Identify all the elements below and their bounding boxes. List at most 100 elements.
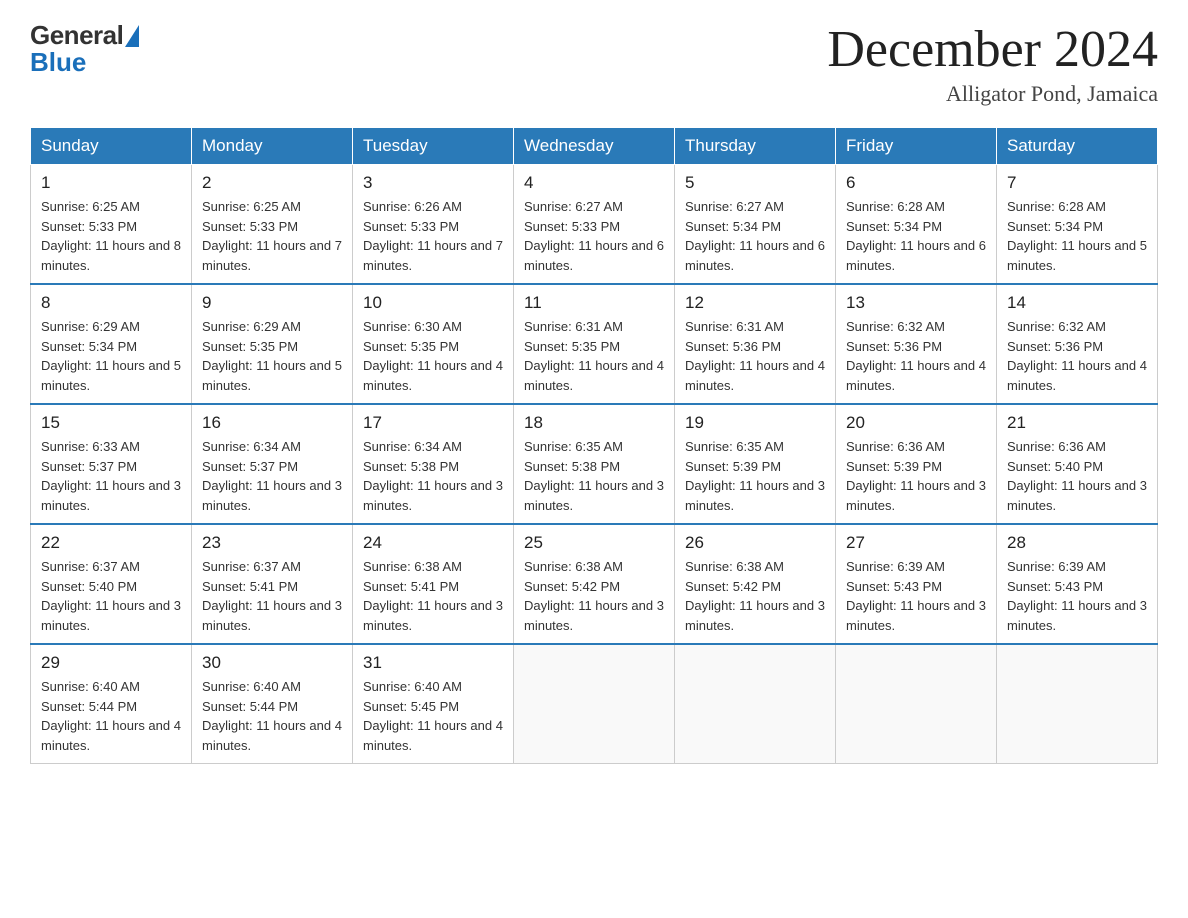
day-info: Sunrise: 6:33 AMSunset: 5:37 PMDaylight:…	[41, 437, 181, 515]
day-info: Sunrise: 6:36 AMSunset: 5:40 PMDaylight:…	[1007, 437, 1147, 515]
day-number: 26	[685, 533, 825, 553]
day-info: Sunrise: 6:31 AMSunset: 5:36 PMDaylight:…	[685, 317, 825, 395]
day-number: 9	[202, 293, 342, 313]
calendar-cell	[836, 644, 997, 764]
calendar-cell: 8Sunrise: 6:29 AMSunset: 5:34 PMDaylight…	[31, 284, 192, 404]
calendar-header-thursday: Thursday	[675, 128, 836, 165]
day-info: Sunrise: 6:27 AMSunset: 5:33 PMDaylight:…	[524, 197, 664, 275]
calendar-cell: 5 Sunrise: 6:27 AMSunset: 5:34 PMDaylight…	[675, 165, 836, 285]
day-number: 15	[41, 413, 181, 433]
calendar-week-row: 22Sunrise: 6:37 AMSunset: 5:40 PMDayligh…	[31, 524, 1158, 644]
day-info: Sunrise: 6:34 AMSunset: 5:38 PMDaylight:…	[363, 437, 503, 515]
month-title: December 2024	[827, 20, 1158, 79]
calendar-cell: 27 Sunrise: 6:39 AMSunset: 5:43 PMDayligh…	[836, 524, 997, 644]
calendar-cell: 20Sunrise: 6:36 AMSunset: 5:39 PMDayligh…	[836, 404, 997, 524]
calendar-cell: 9 Sunrise: 6:29 AMSunset: 5:35 PMDaylight…	[192, 284, 353, 404]
day-info: Sunrise: 6:36 AMSunset: 5:39 PMDaylight:…	[846, 437, 986, 515]
header-right: December 2024 Alligator Pond, Jamaica	[827, 20, 1158, 107]
logo: General Blue	[30, 20, 139, 78]
calendar-cell: 6 Sunrise: 6:28 AMSunset: 5:34 PMDaylight…	[836, 165, 997, 285]
day-number: 5	[685, 173, 825, 193]
day-info: Sunrise: 6:34 AMSunset: 5:37 PMDaylight:…	[202, 437, 342, 515]
day-number: 25	[524, 533, 664, 553]
day-info: Sunrise: 6:38 AMSunset: 5:41 PMDaylight:…	[363, 557, 503, 635]
calendar-header-sunday: Sunday	[31, 128, 192, 165]
day-info: Sunrise: 6:27 AMSunset: 5:34 PMDaylight:…	[685, 197, 825, 275]
calendar-cell: 4 Sunrise: 6:27 AMSunset: 5:33 PMDaylight…	[514, 165, 675, 285]
calendar-cell: 13 Sunrise: 6:32 AMSunset: 5:36 PMDayligh…	[836, 284, 997, 404]
calendar-header-wednesday: Wednesday	[514, 128, 675, 165]
calendar-cell	[675, 644, 836, 764]
calendar-cell: 14 Sunrise: 6:32 AMSunset: 5:36 PMDayligh…	[997, 284, 1158, 404]
day-number: 30	[202, 653, 342, 673]
day-number: 7	[1007, 173, 1147, 193]
day-info: Sunrise: 6:35 AMSunset: 5:39 PMDaylight:…	[685, 437, 825, 515]
day-info: Sunrise: 6:31 AMSunset: 5:35 PMDaylight:…	[524, 317, 664, 395]
logo-triangle-icon	[125, 25, 139, 47]
day-number: 31	[363, 653, 503, 673]
day-number: 28	[1007, 533, 1147, 553]
calendar-cell: 1Sunrise: 6:25 AMSunset: 5:33 PMDaylight…	[31, 165, 192, 285]
day-info: Sunrise: 6:32 AMSunset: 5:36 PMDaylight:…	[1007, 317, 1147, 395]
day-info: Sunrise: 6:39 AMSunset: 5:43 PMDaylight:…	[846, 557, 986, 635]
day-number: 4	[524, 173, 664, 193]
calendar-cell: 29Sunrise: 6:40 AMSunset: 5:44 PMDayligh…	[31, 644, 192, 764]
calendar-header-tuesday: Tuesday	[353, 128, 514, 165]
day-number: 27	[846, 533, 986, 553]
day-info: Sunrise: 6:28 AMSunset: 5:34 PMDaylight:…	[846, 197, 986, 275]
calendar-cell	[997, 644, 1158, 764]
day-info: Sunrise: 6:40 AMSunset: 5:44 PMDaylight:…	[202, 677, 342, 755]
day-number: 3	[363, 173, 503, 193]
day-info: Sunrise: 6:38 AMSunset: 5:42 PMDaylight:…	[524, 557, 664, 635]
day-number: 19	[685, 413, 825, 433]
calendar-cell: 28Sunrise: 6:39 AMSunset: 5:43 PMDayligh…	[997, 524, 1158, 644]
calendar-cell: 22Sunrise: 6:37 AMSunset: 5:40 PMDayligh…	[31, 524, 192, 644]
calendar-cell: 31 Sunrise: 6:40 AMSunset: 5:45 PMDayligh…	[353, 644, 514, 764]
day-number: 13	[846, 293, 986, 313]
day-number: 23	[202, 533, 342, 553]
calendar-header-row: SundayMondayTuesdayWednesdayThursdayFrid…	[31, 128, 1158, 165]
calendar-cell: 16Sunrise: 6:34 AMSunset: 5:37 PMDayligh…	[192, 404, 353, 524]
day-info: Sunrise: 6:37 AMSunset: 5:40 PMDaylight:…	[41, 557, 181, 635]
calendar-cell: 18Sunrise: 6:35 AMSunset: 5:38 PMDayligh…	[514, 404, 675, 524]
location-subtitle: Alligator Pond, Jamaica	[827, 81, 1158, 107]
calendar-cell: 30 Sunrise: 6:40 AMSunset: 5:44 PMDayligh…	[192, 644, 353, 764]
calendar-cell: 7 Sunrise: 6:28 AMSunset: 5:34 PMDaylight…	[997, 165, 1158, 285]
calendar-header-saturday: Saturday	[997, 128, 1158, 165]
calendar-cell: 12Sunrise: 6:31 AMSunset: 5:36 PMDayligh…	[675, 284, 836, 404]
day-number: 10	[363, 293, 503, 313]
day-number: 21	[1007, 413, 1147, 433]
calendar-cell: 23 Sunrise: 6:37 AMSunset: 5:41 PMDayligh…	[192, 524, 353, 644]
day-number: 6	[846, 173, 986, 193]
day-number: 18	[524, 413, 664, 433]
calendar-cell: 3 Sunrise: 6:26 AMSunset: 5:33 PMDaylight…	[353, 165, 514, 285]
calendar-week-row: 1Sunrise: 6:25 AMSunset: 5:33 PMDaylight…	[31, 165, 1158, 285]
day-info: Sunrise: 6:25 AMSunset: 5:33 PMDaylight:…	[202, 197, 342, 275]
day-info: Sunrise: 6:29 AMSunset: 5:35 PMDaylight:…	[202, 317, 342, 395]
calendar-week-row: 29 Sunrise: 6:40 AMSunset: 5:44 PMDayligh…	[31, 644, 1158, 764]
day-number: 2	[202, 173, 342, 193]
day-number: 29	[41, 653, 181, 673]
day-info: Sunrise: 6:32 AMSunset: 5:36 PMDaylight:…	[846, 317, 986, 395]
calendar-cell	[514, 644, 675, 764]
calendar-week-row: 8Sunrise: 6:29 AMSunset: 5:34 PMDaylight…	[31, 284, 1158, 404]
page-header: General Blue December 2024 Alligator Pon…	[30, 20, 1158, 107]
day-info: Sunrise: 6:37 AMSunset: 5:41 PMDaylight:…	[202, 557, 342, 635]
calendar-header-monday: Monday	[192, 128, 353, 165]
calendar-cell: 25 Sunrise: 6:38 AMSunset: 5:42 PMDayligh…	[514, 524, 675, 644]
calendar-table: SundayMondayTuesdayWednesdayThursdayFrid…	[30, 127, 1158, 764]
day-info: Sunrise: 6:28 AMSunset: 5:34 PMDaylight:…	[1007, 197, 1147, 275]
day-number: 14	[1007, 293, 1147, 313]
day-info: Sunrise: 6:40 AMSunset: 5:45 PMDaylight:…	[363, 677, 503, 755]
logo-blue-text: Blue	[30, 47, 86, 78]
calendar-cell: 26 Sunrise: 6:38 AMSunset: 5:42 PMDayligh…	[675, 524, 836, 644]
day-info: Sunrise: 6:26 AMSunset: 5:33 PMDaylight:…	[363, 197, 503, 275]
day-info: Sunrise: 6:29 AMSunset: 5:34 PMDaylight:…	[41, 317, 181, 395]
calendar-cell: 24Sunrise: 6:38 AMSunset: 5:41 PMDayligh…	[353, 524, 514, 644]
day-info: Sunrise: 6:38 AMSunset: 5:42 PMDaylight:…	[685, 557, 825, 635]
calendar-cell: 11 Sunrise: 6:31 AMSunset: 5:35 PMDayligh…	[514, 284, 675, 404]
calendar-cell: 21 Sunrise: 6:36 AMSunset: 5:40 PMDayligh…	[997, 404, 1158, 524]
calendar-header-friday: Friday	[836, 128, 997, 165]
calendar-cell: 17Sunrise: 6:34 AMSunset: 5:38 PMDayligh…	[353, 404, 514, 524]
day-number: 11	[524, 293, 664, 313]
